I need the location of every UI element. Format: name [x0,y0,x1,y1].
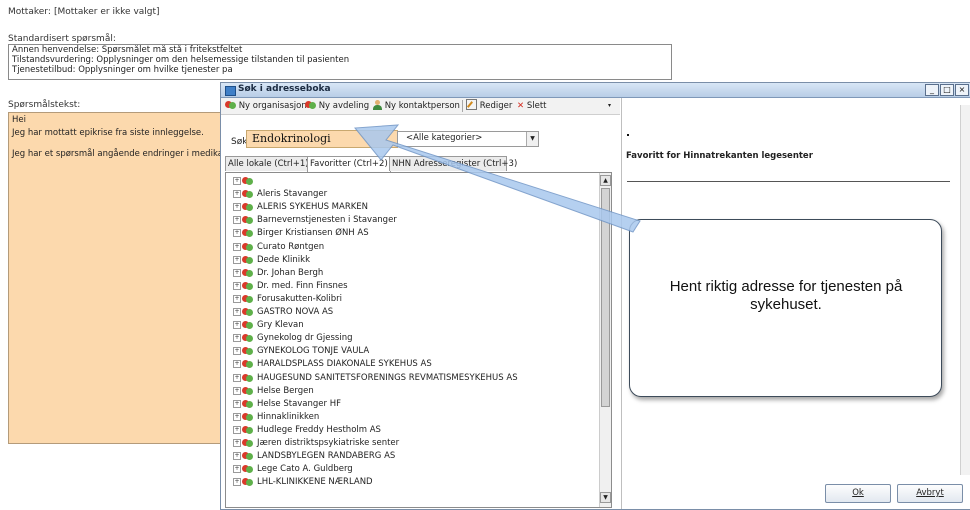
callout-arrow-icon [354,124,641,233]
